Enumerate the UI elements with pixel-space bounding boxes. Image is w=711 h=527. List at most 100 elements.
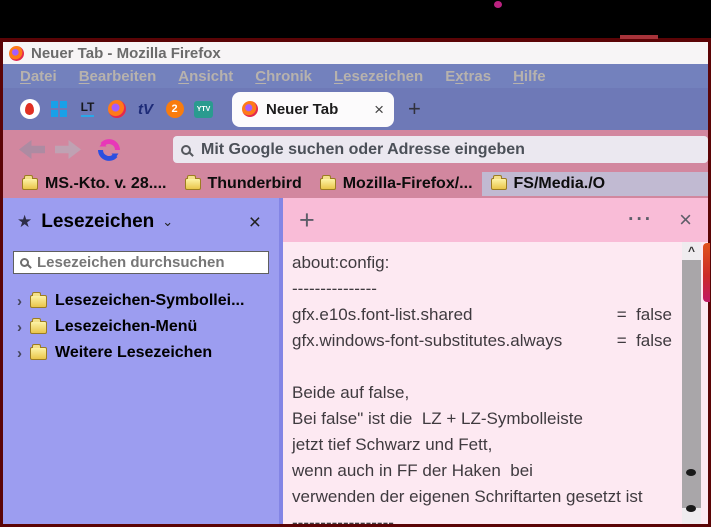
folder-icon <box>30 317 47 334</box>
chevron-down-icon[interactable]: ⌄ <box>162 214 173 230</box>
sidebar-close-icon[interactable]: × <box>249 212 261 233</box>
sidebar-search-box[interactable] <box>13 251 269 274</box>
note-text: wenn auch in FF der Haken bei <box>292 461 533 480</box>
sidebar-title[interactable]: Lesezeichen <box>41 211 154 233</box>
note-text: Bei false" ist die LZ + LZ-Symbolleiste <box>292 409 583 428</box>
lt-icon: LT <box>80 101 95 117</box>
pinned-tab-flame[interactable] <box>15 92 44 126</box>
firefox-icon <box>242 101 258 117</box>
sticky-note-panel: + ··· × about:config: --------------- gfx.… <box>283 198 708 524</box>
twisty-icon[interactable]: › <box>17 293 22 310</box>
bookmark-item[interactable]: MS.-Kto. v. 28.... <box>13 172 176 196</box>
zdf-icon: 2 <box>165 100 184 118</box>
pinned-tabs: LT tV 2 YTV <box>15 92 218 126</box>
tab-bar: LT tV 2 YTV Neuer Tab × + <box>3 88 708 130</box>
sidebar-folder-row[interactable]: › Weitere Lesezeichen <box>3 340 279 366</box>
note-line: --------------- <box>292 276 674 302</box>
bookmark-item[interactable]: Thunderbird <box>176 172 311 196</box>
folder-icon <box>490 174 507 190</box>
note-line: Bei false" ist die LZ + LZ-Symbolleiste <box>292 406 674 432</box>
reload-icon[interactable] <box>97 138 121 162</box>
note-text: verwenden der eigenen Schriftarten geset… <box>292 487 643 506</box>
navigation-bar <box>3 130 708 169</box>
folder-icon <box>30 343 47 360</box>
note-scrollbar[interactable]: ^ <box>682 242 701 524</box>
note-menu-icon[interactable]: ··· <box>628 209 653 231</box>
menu-item-extras[interactable]: Extras <box>436 68 500 85</box>
url-bar[interactable] <box>173 136 708 163</box>
note-text: gfx.e10s.font-list.shared <box>292 305 473 324</box>
content-area: ★ Lesezeichen ⌄ × › Lesezeichen-Symbollei… <box>3 198 708 524</box>
desktop-dot <box>494 1 502 8</box>
border-accent <box>620 35 658 39</box>
ytv-icon: YTV <box>194 100 213 118</box>
bookmark-item[interactable]: FS/Media./O <box>481 171 708 196</box>
menu-bar: Datei Bearbeiten Ansicht Chronik Lesezeichen… <box>3 64 708 88</box>
sidebar-folder-list: › Lesezeichen-Symbollei... › Lesezeichen-Me… <box>3 288 279 366</box>
note-line: about:config: <box>292 250 674 276</box>
pinned-tab-zdf[interactable]: 2 <box>160 92 189 126</box>
note-text: gfx.windows-font-substitutes.always <box>292 331 563 350</box>
tv-icon: tV <box>138 100 153 118</box>
note-add-icon[interactable]: + <box>299 206 315 234</box>
title-bar[interactable]: Neuer Tab - Mozilla Firefox <box>3 42 708 64</box>
sidebar-header: ★ Lesezeichen ⌄ × <box>3 198 279 241</box>
bookmark-label: MS.-Kto. v. 28.... <box>45 174 167 192</box>
firefox-icon <box>107 100 126 118</box>
flame-icon <box>19 99 40 119</box>
folder-label: Weitere Lesezeichen <box>55 344 213 361</box>
tab-close-icon[interactable]: × <box>374 101 384 118</box>
folder-label: Lesezeichen-Symbollei... <box>55 292 245 309</box>
menu-item-hilfe[interactable]: Hilfe <box>504 68 555 85</box>
forward-icon[interactable] <box>55 140 81 159</box>
scroll-up-icon[interactable]: ^ <box>682 242 701 260</box>
menu-item-chronik[interactable]: Chronik <box>246 68 321 85</box>
note-line: jetzt tief Schwarz und Fett, <box>292 432 674 458</box>
search-icon <box>181 144 191 155</box>
pinned-tab-ytv[interactable]: YTV <box>189 92 218 126</box>
note-line: verwenden der eigenen Schriftarten geset… <box>292 484 674 510</box>
sidebar-folder-row[interactable]: › Lesezeichen-Menü <box>3 314 279 340</box>
note-text: Beide auf false, <box>292 383 410 402</box>
folder-label: Lesezeichen-Menü <box>55 318 198 335</box>
back-icon[interactable] <box>19 140 45 159</box>
sidebar-search-input[interactable] <box>35 253 262 272</box>
firefox-window: Neuer Tab - Mozilla Firefox Datei Bearbei… <box>0 38 711 527</box>
menu-item-datei[interactable]: Datei <box>11 68 66 85</box>
bookmark-label: Thunderbird <box>207 174 302 192</box>
note-body[interactable]: about:config: --------------- gfx.e10s.fon… <box>283 242 708 524</box>
pinned-tab-tv[interactable]: tV <box>131 92 160 126</box>
pinned-tab-windows[interactable] <box>44 92 73 126</box>
new-tab-button[interactable]: + <box>408 98 421 120</box>
background-app-sliver <box>703 243 710 302</box>
menu-item-ansicht[interactable]: Ansicht <box>169 68 242 85</box>
twisty-icon[interactable]: › <box>17 319 22 336</box>
scroll-handle-icon[interactable] <box>686 505 696 512</box>
sidebar-folder-row[interactable]: › Lesezeichen-Symbollei... <box>3 288 279 314</box>
bookmark-label: FS/Media./O <box>513 174 606 192</box>
firefox-icon <box>9 45 24 61</box>
scroll-handle-icon[interactable] <box>686 469 696 476</box>
note-line: ------------------ <box>292 510 674 524</box>
note-text: jetzt tief Schwarz und Fett, <box>292 435 493 454</box>
note-line: wenn auch in FF der Haken bei <box>292 458 674 484</box>
url-input[interactable] <box>199 139 700 160</box>
note-text: --------------- <box>292 279 377 298</box>
menu-item-bearbeiten[interactable]: Bearbeiten <box>70 68 166 85</box>
note-header[interactable]: + ··· × <box>283 198 708 242</box>
note-close-icon[interactable]: × <box>679 209 692 231</box>
tab-neuer-tab[interactable]: Neuer Tab × <box>232 91 394 127</box>
window-title: Neuer Tab - Mozilla Firefox <box>31 44 221 62</box>
folder-icon <box>319 174 336 190</box>
pinned-tab-firefox[interactable] <box>102 92 131 126</box>
twisty-icon[interactable]: › <box>17 345 22 362</box>
note-line: gfx.e10s.font-list.shared = false <box>292 302 674 328</box>
pinned-tab-lt[interactable]: LT <box>73 92 102 126</box>
note-text: about:config: <box>292 253 390 272</box>
folder-icon <box>184 174 201 190</box>
bookmark-item[interactable]: Mozilla-Firefox/... <box>311 172 482 196</box>
bookmark-label: Mozilla-Firefox/... <box>342 174 473 192</box>
menu-item-lesezeichen[interactable]: Lesezeichen <box>325 68 432 85</box>
search-icon <box>20 258 29 267</box>
bookmarks-toolbar: MS.-Kto. v. 28.... Thunderbird Mozilla-Fir… <box>3 169 708 198</box>
